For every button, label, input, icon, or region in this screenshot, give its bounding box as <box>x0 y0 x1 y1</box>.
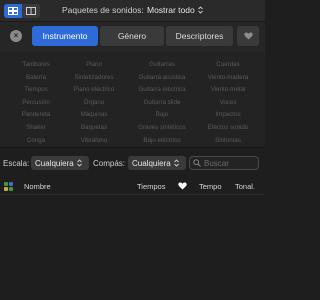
keyword-button[interactable]: Bajo eléctrico <box>143 137 180 144</box>
keyword-button[interactable]: Vibráfono <box>81 137 107 144</box>
column-name[interactable]: Nombre <box>24 182 51 191</box>
keyword-button[interactable]: Efectos sonido <box>208 124 249 131</box>
keyword-button[interactable]: Viento-metal <box>211 86 246 93</box>
scale-select[interactable]: Cualquiera <box>31 156 89 170</box>
keyword-button[interactable]: Sintonías <box>215 137 241 144</box>
search-field[interactable] <box>189 156 259 170</box>
favorites-button[interactable] <box>237 26 259 46</box>
updown-chevron-icon <box>173 159 179 167</box>
scale-value: Cualquiera <box>35 158 74 168</box>
keyword-grid: Tambores Piano Guitarras Cuerdas Batería Sint… <box>0 52 265 148</box>
column-favorite[interactable] <box>178 182 187 192</box>
column-view-button[interactable] <box>22 4 40 18</box>
keyword-button[interactable]: Graves sintéticos <box>138 124 185 131</box>
close-icon: × <box>13 31 19 40</box>
keyword-button[interactable]: Guitarra slide <box>144 99 181 106</box>
column-view-icon <box>26 7 36 15</box>
scale-label: Escala: <box>3 159 30 168</box>
keyword-button[interactable]: Piano eléctrico <box>74 86 115 93</box>
keyword-button[interactable]: Percusión <box>22 99 50 106</box>
sound-packs-select[interactable]: Mostrar todo <box>147 5 203 15</box>
keyword-button[interactable]: Voces <box>220 99 237 106</box>
top-bar: Paquetes de sonidos: Mostrar todo <box>0 0 265 22</box>
search-input[interactable] <box>204 158 256 168</box>
view-toggle <box>4 4 40 18</box>
keyword-button[interactable]: Bajo <box>156 111 168 118</box>
keyword-button[interactable]: Cuerdas <box>216 61 239 68</box>
keyword-button[interactable]: Tambores <box>22 61 49 68</box>
sound-packs-label: Paquetes de sonidos: <box>62 5 144 15</box>
keyword-button[interactable]: Guitarra acústica <box>139 74 186 81</box>
heart-icon <box>243 32 253 40</box>
heart-icon <box>178 182 187 190</box>
keyword-button[interactable]: Guitarras <box>149 61 174 68</box>
column-tempo[interactable]: Tempo <box>199 182 222 191</box>
filter-bar: Escala: Cualquiera Compás: Cualquiera <box>0 152 265 174</box>
updown-chevron-icon <box>197 6 203 14</box>
keyword-button[interactable]: Órgano <box>84 99 105 106</box>
search-icon <box>193 159 201 167</box>
column-beats[interactable]: Tiempos <box>137 182 165 191</box>
time-signature-label: Compás: <box>93 159 126 168</box>
loop-type-icon[interactable] <box>4 182 13 191</box>
keyword-button[interactable]: Tiempos <box>24 86 48 93</box>
time-signature-value: Cualquiera <box>132 158 171 168</box>
tab-descriptores[interactable]: Descriptores <box>166 26 233 46</box>
keyword-button[interactable]: Sintetizadores <box>74 74 113 81</box>
column-key[interactable]: Tonal. <box>235 182 255 191</box>
category-tab-row: × Instrumento Género Descriptores <box>0 22 265 52</box>
keyword-button[interactable]: Piano <box>86 61 102 68</box>
time-signature-select[interactable]: Cualquiera <box>128 156 186 170</box>
keyword-button[interactable]: Baquetas <box>81 124 107 131</box>
keyword-button[interactable]: Máquinas <box>81 111 108 118</box>
updown-chevron-icon <box>76 159 82 167</box>
results-list[interactable] <box>0 195 265 300</box>
tab-instrumento[interactable]: Instrumento <box>32 26 98 46</box>
keyword-button[interactable]: Shaker <box>26 124 46 131</box>
keyword-button[interactable]: Viento-madera <box>208 74 248 81</box>
keyword-button[interactable]: Pandereta <box>22 111 51 118</box>
sound-packs-value: Mostrar todo <box>147 5 195 15</box>
grid-view-button[interactable] <box>4 4 22 18</box>
tab-genero[interactable]: Género <box>100 26 164 46</box>
keyword-button[interactable]: Impactos <box>215 111 240 118</box>
keyword-button[interactable]: Guitarra eléctrica <box>138 86 185 93</box>
grid-view-icon <box>8 7 18 15</box>
results-column-header: Nombre Tiempos Tempo Tonal. <box>0 178 265 195</box>
reset-button[interactable]: × <box>10 30 22 42</box>
keyword-button[interactable]: Batería <box>26 74 46 81</box>
keyword-button[interactable]: Conga <box>27 137 45 144</box>
